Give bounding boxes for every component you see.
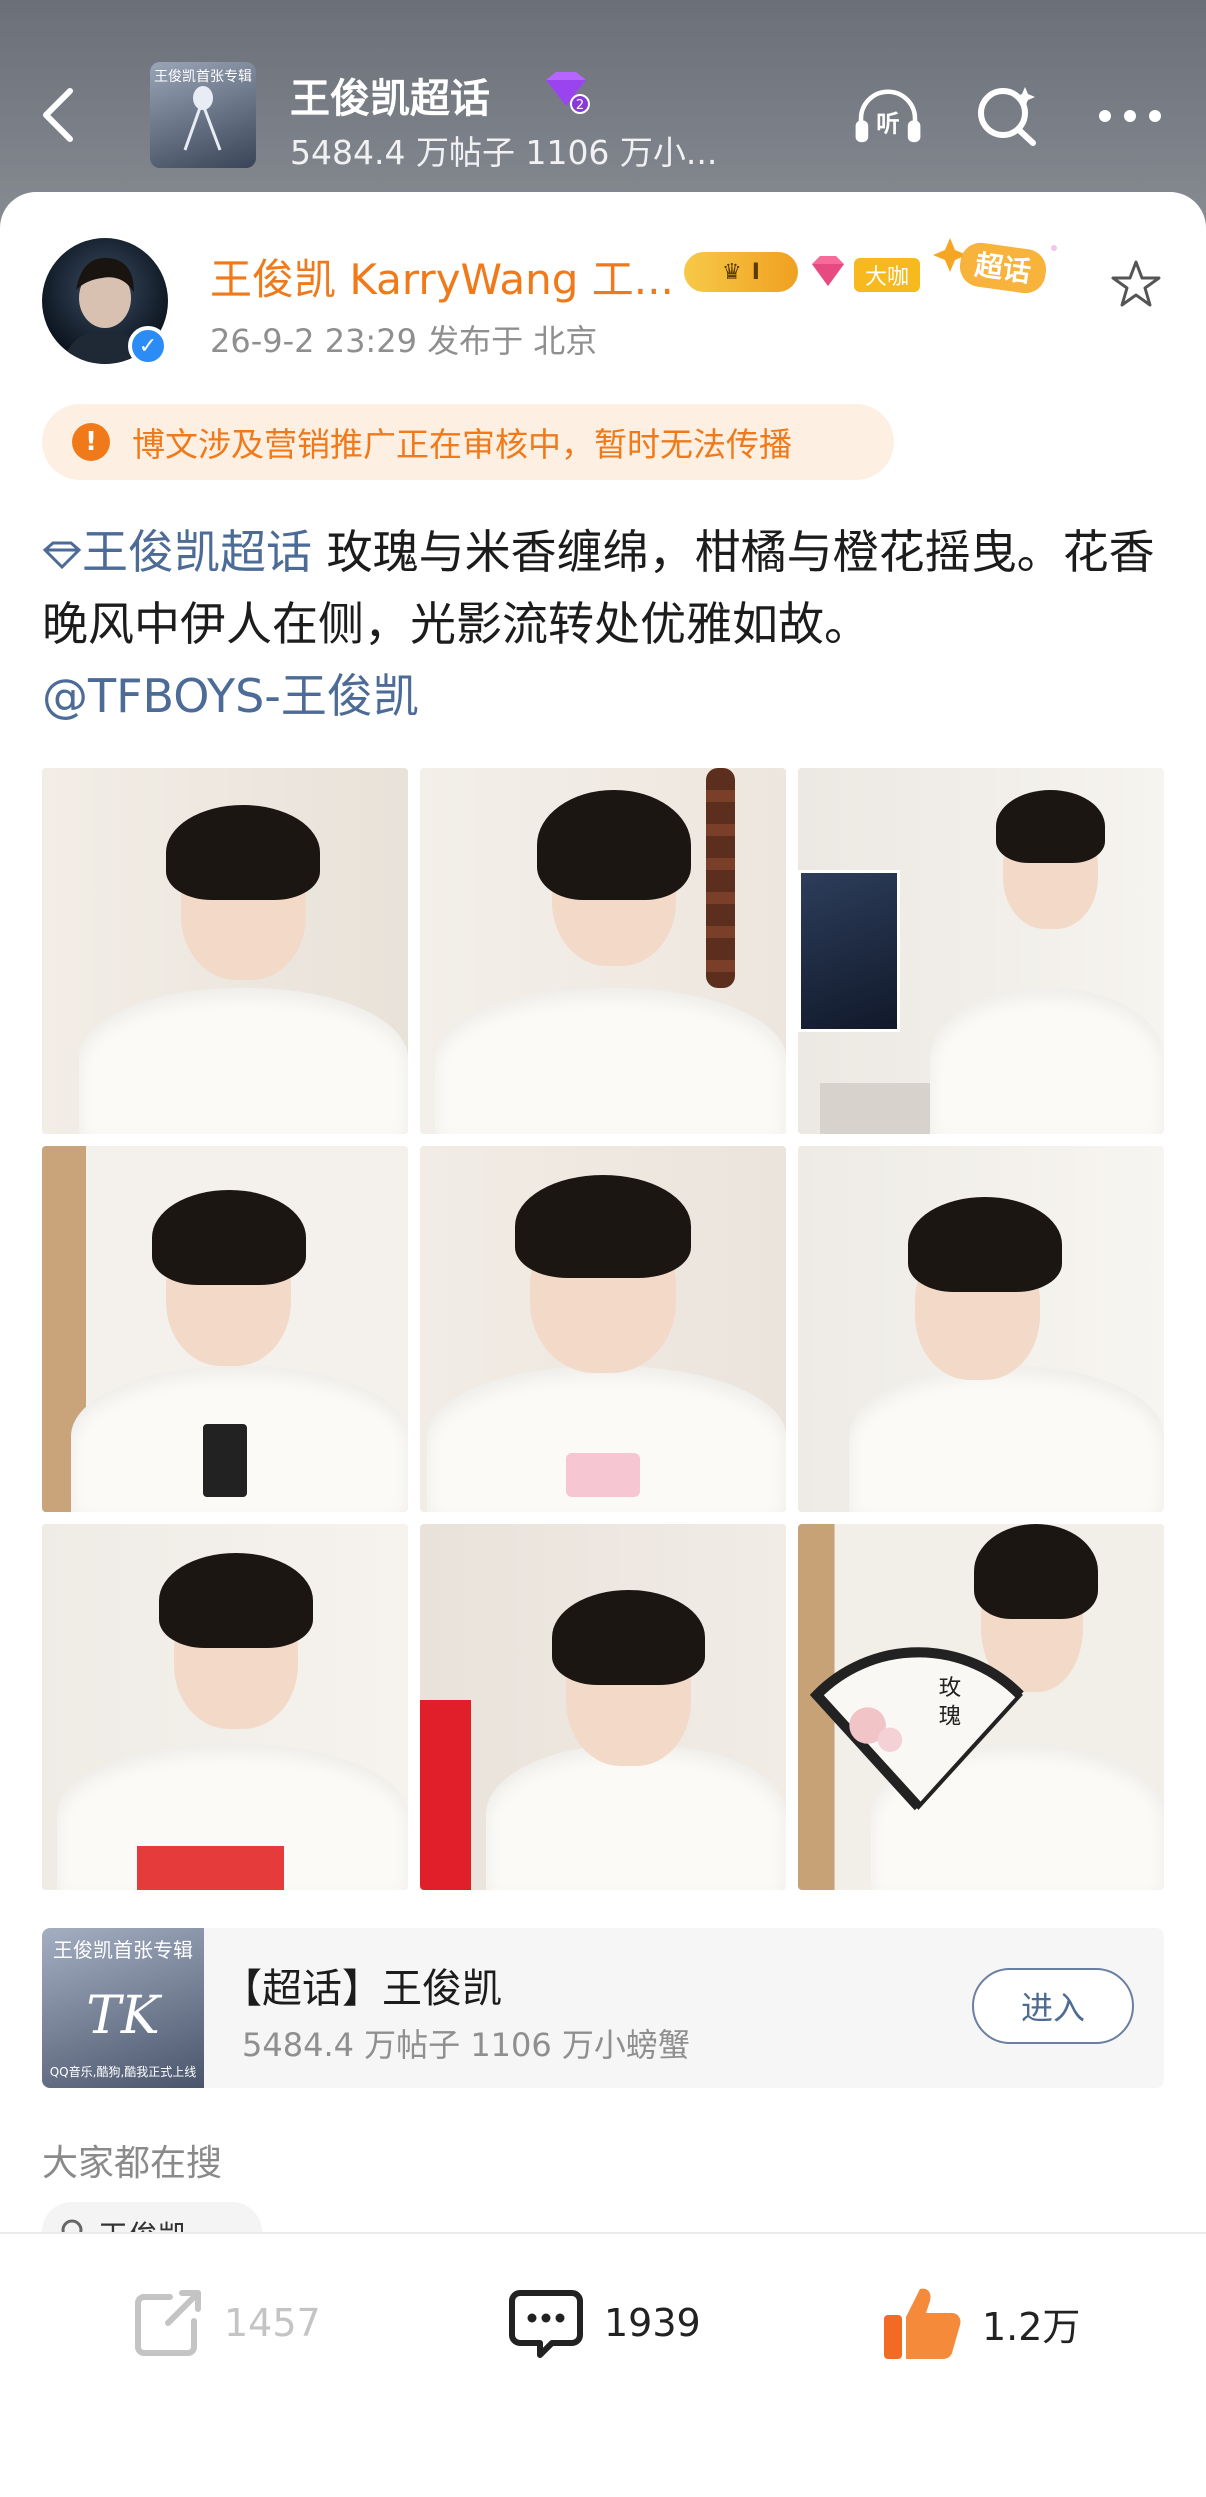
listen-button[interactable]: 听	[852, 80, 924, 152]
post-photo-3[interactable]	[798, 768, 1164, 1134]
topic-link-label: 王俊凯超话	[82, 525, 312, 579]
post-meta: 26-9-2 23:29 发布于 北京	[210, 322, 598, 360]
share-count: 1457	[224, 2301, 321, 2345]
supertopic-stats: 5484.4 万帖子 1106 万小螃蟹	[242, 2026, 690, 2064]
trending-search-title: 大家都在搜	[42, 2143, 223, 2184]
verified-badge-icon: ✓	[128, 326, 168, 366]
search-icon	[978, 87, 1036, 146]
post-photo-9[interactable]: 玫 瑰	[798, 1524, 1164, 1890]
post-photo-7[interactable]	[42, 1524, 408, 1890]
crown-icon: ♛	[722, 259, 742, 285]
dk-badge: 大咖	[854, 258, 920, 292]
page-title: 王俊凯超话	[290, 76, 490, 122]
mention-link[interactable]: @TFBOYS-王俊凯	[42, 669, 419, 723]
post-photo-4[interactable]	[42, 1146, 408, 1512]
supertopic-name: 【超话】王俊凯	[222, 1966, 502, 2012]
search-button[interactable]	[972, 80, 1044, 152]
image-grid: 玫 瑰	[42, 768, 1164, 1890]
diamond-member-icon	[812, 256, 844, 286]
post-body: 王俊凯超话 玫瑰与米香缠绵，柑橘与橙花摇曳。花香晚风中伊人在侧，光影流转处优雅如…	[42, 516, 1172, 732]
enter-button[interactable]: 进入	[972, 1968, 1134, 2044]
post-photo-5[interactable]	[420, 1146, 786, 1512]
supertopic-card-thumbnail: 王俊凯首张专辑 TK QQ音乐,酷狗,酷我正式上线	[42, 1928, 204, 2088]
fan-text-1: 玫	[939, 1675, 961, 1701]
favorite-button[interactable]	[1104, 252, 1168, 316]
more-dots-icon	[1099, 110, 1161, 122]
fan-text-2: 瑰	[939, 1703, 961, 1729]
info-icon: !	[72, 423, 110, 461]
post-photo-2[interactable]	[420, 768, 786, 1134]
card-thumbnail-footer: QQ音乐,酷狗,酷我正式上线	[49, 2065, 197, 2079]
chaohua-badge-icon: 超话	[933, 238, 1057, 294]
supertopic-diamond-icon	[42, 541, 82, 570]
post-photo-1[interactable]	[42, 768, 408, 1134]
crown-fan-badge: ♛ I	[684, 252, 798, 292]
comment-button[interactable]: 1939	[506, 2278, 701, 2368]
warning-text: 博文涉及营销推广正在审核中，暂时无法传播	[132, 425, 792, 464]
more-options-button[interactable]	[1094, 80, 1166, 152]
comment-count: 1939	[604, 2301, 701, 2345]
card-thumbnail-caption: 王俊凯首张专辑	[53, 1938, 193, 1962]
back-button[interactable]	[28, 80, 88, 150]
topic-link[interactable]: 王俊凯超话	[42, 525, 312, 579]
share-icon	[135, 2290, 201, 2356]
share-button[interactable]: 1457	[130, 2278, 321, 2368]
supertopic-thumbnail[interactable]: 王俊凯首张专辑	[150, 62, 256, 168]
fan-level-label: I	[751, 259, 760, 285]
star-outline-icon	[1111, 260, 1161, 307]
svg-text:听: 听	[876, 109, 899, 137]
supertopic-card[interactable]: 王俊凯首张专辑 TK QQ音乐,酷狗,酷我正式上线 【超话】王俊凯 5484.4…	[42, 1928, 1164, 2088]
post-photo-6[interactable]	[798, 1146, 1164, 1512]
review-warning-banner: ! 博文涉及营销推广正在审核中，暂时无法传播	[42, 404, 894, 480]
like-count: 1.2万	[982, 2304, 1081, 2349]
diamond-level-icon: 2	[546, 72, 590, 114]
folding-fan-illustration: 玫 瑰	[810, 1647, 1025, 1811]
back-arrow-icon	[43, 88, 73, 142]
author-name[interactable]: 王俊凯 KarryWang 工...	[210, 246, 674, 307]
headphones-listen-icon: 听	[855, 89, 921, 143]
bottom-action-bar: 1457 1939 1.2万	[0, 2232, 1206, 2497]
page-subtitle: 5484.4 万帖子 1106 万小...	[290, 133, 718, 172]
like-button[interactable]: 1.2万	[880, 2278, 1080, 2368]
svg-text:2: 2	[576, 98, 584, 113]
comment-bubble-icon	[509, 2290, 583, 2358]
post-photo-8[interactable]	[420, 1524, 786, 1890]
thumbs-up-icon	[884, 2288, 961, 2359]
card-thumbnail-logo: TK	[86, 1986, 160, 2046]
